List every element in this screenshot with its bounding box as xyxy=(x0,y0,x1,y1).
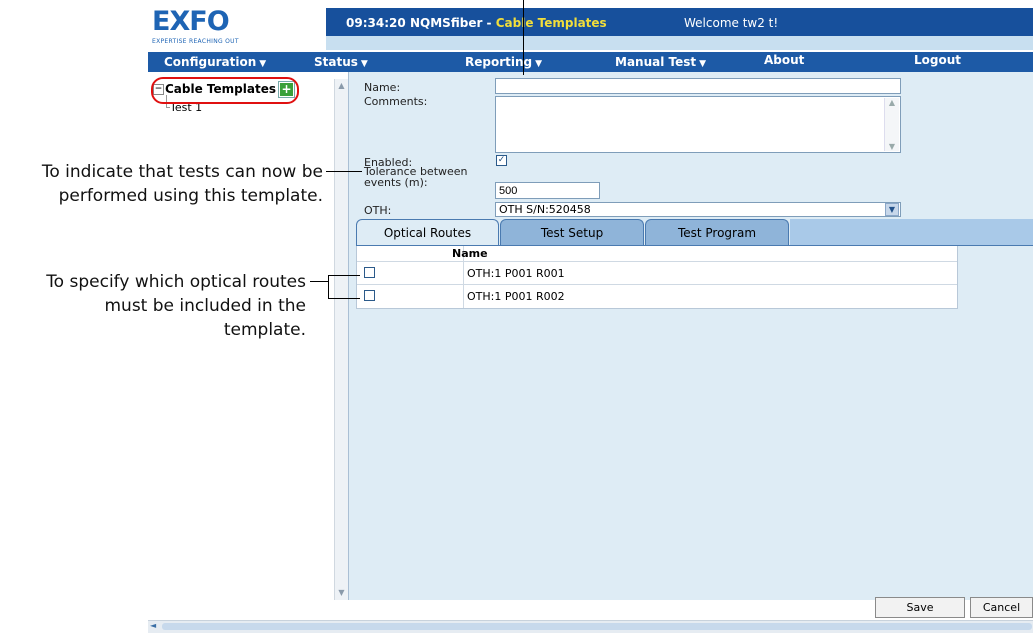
scroll-up-icon[interactable]: ▲ xyxy=(885,98,899,107)
enabled-annotation-line2: performed using this template. xyxy=(58,186,323,206)
logo-tagline: EXPERTISE REACHING OUT xyxy=(152,38,239,45)
comments-label: Comments: xyxy=(364,95,428,108)
chevron-down-icon: ▼ xyxy=(259,59,267,69)
menu-about[interactable]: About xyxy=(764,53,804,67)
main-menu: Configuration ▼ Status ▼ Reporting ▼ Manual… xyxy=(148,52,1033,72)
horizontal-scrollbar[interactable]: ◄ xyxy=(148,620,1033,633)
menu-manual-test[interactable]: Manual Test ▼ xyxy=(615,55,706,69)
routes-callout-bracket xyxy=(328,275,329,299)
enabled-annotation: To indicate that tests can now be perfor… xyxy=(0,160,323,208)
route-name: OTH:1 P001 R002 xyxy=(467,290,565,303)
page-name: Cable Templates xyxy=(495,16,607,30)
routes-annotation: To specify which optical routes must be … xyxy=(0,270,306,342)
app-name: NQMSfiber - xyxy=(410,16,496,30)
comments-field[interactable]: ▲ ▼ xyxy=(495,96,901,153)
welcome-text: Welcome tw2 t! xyxy=(684,16,779,30)
app-title: NQMSfiber - Cable Templates xyxy=(410,16,607,30)
routes-callout-tick xyxy=(328,298,360,299)
menu-configuration-label: Configuration xyxy=(164,55,257,69)
chevron-down-icon[interactable]: ▼ xyxy=(885,203,899,216)
scroll-down-icon[interactable]: ▼ xyxy=(335,586,348,599)
menu-configuration[interactable]: Configuration ▼ xyxy=(164,55,266,69)
menu-about-label: About xyxy=(764,53,805,67)
menu-logout[interactable]: Logout xyxy=(914,53,961,67)
route-checkbox[interactable] xyxy=(364,267,375,278)
menu-status[interactable]: Status ▼ xyxy=(314,55,368,69)
scroll-left-icon[interactable]: ◄ xyxy=(150,621,156,630)
scroll-down-icon[interactable]: ▼ xyxy=(885,142,899,151)
oth-select[interactable]: OTH S/N:520458 ▼ xyxy=(495,202,901,217)
routes-callout-tick xyxy=(328,275,360,276)
name-label: Name: xyxy=(364,81,401,94)
save-button[interactable]: Save xyxy=(875,597,965,618)
routes-annotation-line2: must be included in the xyxy=(104,296,306,316)
exfo-logo: EXFO xyxy=(152,6,230,37)
tab-optical-routes[interactable]: Optical Routes xyxy=(356,219,499,245)
scroll-thumb[interactable] xyxy=(162,623,1032,630)
tab-test-program[interactable]: Test Program xyxy=(645,219,789,245)
tab-strip-fill xyxy=(790,219,1033,245)
name-column-header: Name xyxy=(452,247,488,260)
chevron-down-icon: ▼ xyxy=(699,59,707,69)
route-name: OTH:1 P001 R001 xyxy=(467,267,565,280)
callout-circle xyxy=(151,77,299,104)
top-bar: 09:34:20 NQMSfiber - Cable Templates Wel… xyxy=(326,8,1033,36)
tolerance-field[interactable] xyxy=(495,182,600,199)
enabled-checkbox[interactable]: ✓ xyxy=(496,155,507,166)
chevron-down-icon: ▼ xyxy=(360,59,368,69)
routes-annotation-line1: To specify which optical routes xyxy=(46,272,306,292)
routes-callout-line xyxy=(310,281,328,282)
tolerance-label-line2: events (m): xyxy=(364,176,428,189)
menu-status-label: Status xyxy=(314,55,358,69)
table-header-row: Name xyxy=(357,246,957,261)
cancel-button[interactable]: Cancel xyxy=(970,597,1033,618)
table-row[interactable]: OTH:1 P001 R001 xyxy=(357,261,957,285)
scroll-up-icon[interactable]: ▲ xyxy=(335,79,348,92)
table-header-cell xyxy=(357,246,464,261)
oth-label: OTH: xyxy=(364,204,392,217)
menu-logout-label: Logout xyxy=(914,53,962,67)
comments-scrollbar[interactable]: ▲ ▼ xyxy=(884,98,899,151)
tree-scrollbar[interactable]: ▲ ▼ xyxy=(334,79,348,600)
name-field[interactable] xyxy=(495,78,901,94)
enabled-callout-line xyxy=(326,171,362,172)
table-row[interactable]: OTH:1 P001 R002 xyxy=(357,284,957,308)
callout-line xyxy=(523,0,524,75)
tab-test-setup[interactable]: Test Setup xyxy=(500,219,644,245)
chevron-down-icon: ▼ xyxy=(535,59,543,69)
optical-routes-table: Name OTH:1 P001 R001 OTH:1 P001 R002 xyxy=(356,246,958,309)
routes-annotation-line3: template. xyxy=(223,320,306,340)
oth-selected-value: OTH S/N:520458 xyxy=(499,203,591,216)
menu-manual-test-label: Manual Test xyxy=(615,55,697,69)
enabled-annotation-line1: To indicate that tests can now be xyxy=(41,162,323,182)
clock: 09:34:20 xyxy=(346,16,406,30)
tolerance-label: Tolerance between events (m): xyxy=(364,166,468,188)
header-strip xyxy=(326,36,1033,50)
menu-reporting[interactable]: Reporting ▼ xyxy=(465,55,542,69)
route-checkbox[interactable] xyxy=(364,290,375,301)
